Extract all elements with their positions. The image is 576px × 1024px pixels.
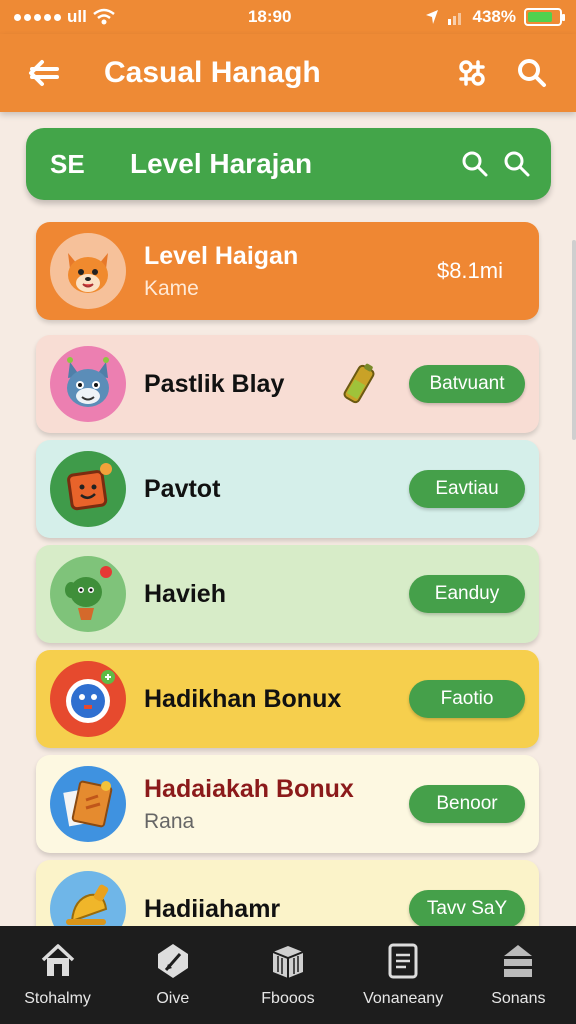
search-bar[interactable]: SE Level Harajan [26,128,551,200]
search-badge: SE [50,148,85,179]
fox-avatar-icon [50,233,126,309]
nav-item-fbooos[interactable]: Fbooos [233,942,343,1008]
box-avatar-icon [50,451,126,527]
nav-item-oive[interactable]: Oive [118,942,228,1008]
battery-icon [343,363,375,404]
item-title: Hadaiakah Bonux [144,774,354,803]
item-price: $8.1mi [436,258,503,283]
book-avatar-icon [50,766,126,842]
nav-item-home[interactable]: Stohalmy [3,942,113,1008]
list-item[interactable]: Havieh Eanduy [36,545,539,643]
battery-icon [524,8,565,26]
item-title: Havieh [144,579,226,608]
list-item[interactable]: Level Haigan Kame $8.1mi [36,222,539,320]
status-left: ull [14,7,115,27]
wifi-icon [93,8,115,25]
search-icon[interactable] [512,53,552,93]
search-icon[interactable] [503,150,531,178]
cactus-avatar-icon [50,556,126,632]
item-button[interactable]: Batvuant [409,365,525,403]
item-title: Level Haigan [144,241,299,270]
robot-avatar-icon [50,661,126,737]
stack-icon [504,945,533,977]
app-bar: Casual Hanagh [0,34,576,112]
document-icon [388,943,418,979]
search-input[interactable]: Level Harajan [130,148,461,180]
location-icon [425,10,438,24]
signal-dots-icon [14,13,61,21]
item-button[interactable]: Benoor [409,785,525,823]
nav-label: Vonaneany [363,990,444,1007]
list-item[interactable]: Pavtot Eavtiau [36,440,539,538]
list-item[interactable]: Pastlik Blay Batvuant [36,335,539,433]
nav-label: Sonans [491,990,546,1007]
nav-label: Stohalmy [24,990,91,1007]
page-title: Casual Hanagh [104,56,321,89]
battery-percent: 438% [472,7,516,26]
status-right: 438% [425,7,565,27]
item-title: Pastlik Blay [144,369,285,398]
item-subtitle: Kame [144,276,199,300]
nav-label: Fbooos [261,990,315,1007]
item-button[interactable]: Eanduy [409,575,525,613]
cell-signal-icon [447,13,461,25]
item-title: Pavtot [144,474,221,503]
item-button[interactable]: Eavtiau [409,470,525,508]
cat-avatar-icon [50,346,126,422]
bottom-nav: Stohalmy Oive Fbooos Vonaneany Sonans [0,926,576,1024]
list-item[interactable]: Hadikhan Bonux Faotio [36,650,539,748]
puzzle-icon[interactable] [452,53,492,93]
list-item[interactable]: Hadaiakah Bonux Rana Benoor [36,755,539,853]
home-icon [41,944,74,976]
item-title: Hadikhan Bonux [144,684,342,713]
nav-label: Oive [156,990,190,1007]
nav-item-sonans[interactable]: Sonans [463,942,573,1008]
nav-item-vonaneany[interactable]: Vonaneany [348,942,458,1008]
scrollbar[interactable] [572,240,576,440]
item-button[interactable]: Faotio [409,680,525,718]
status-bar: ull 18:90 438% [0,0,576,34]
item-subtitle: Rana [144,809,195,833]
status-time: 18:90 [247,7,292,26]
item-title: Hadiiahamr [144,894,281,923]
item-button[interactable]: Tavv SaY [409,890,525,928]
search-icon[interactable] [461,150,489,178]
pen-icon [157,944,188,978]
back-arrow-icon[interactable] [24,53,64,93]
cube-icon [272,946,304,978]
carrier-text: ull [67,7,87,26]
